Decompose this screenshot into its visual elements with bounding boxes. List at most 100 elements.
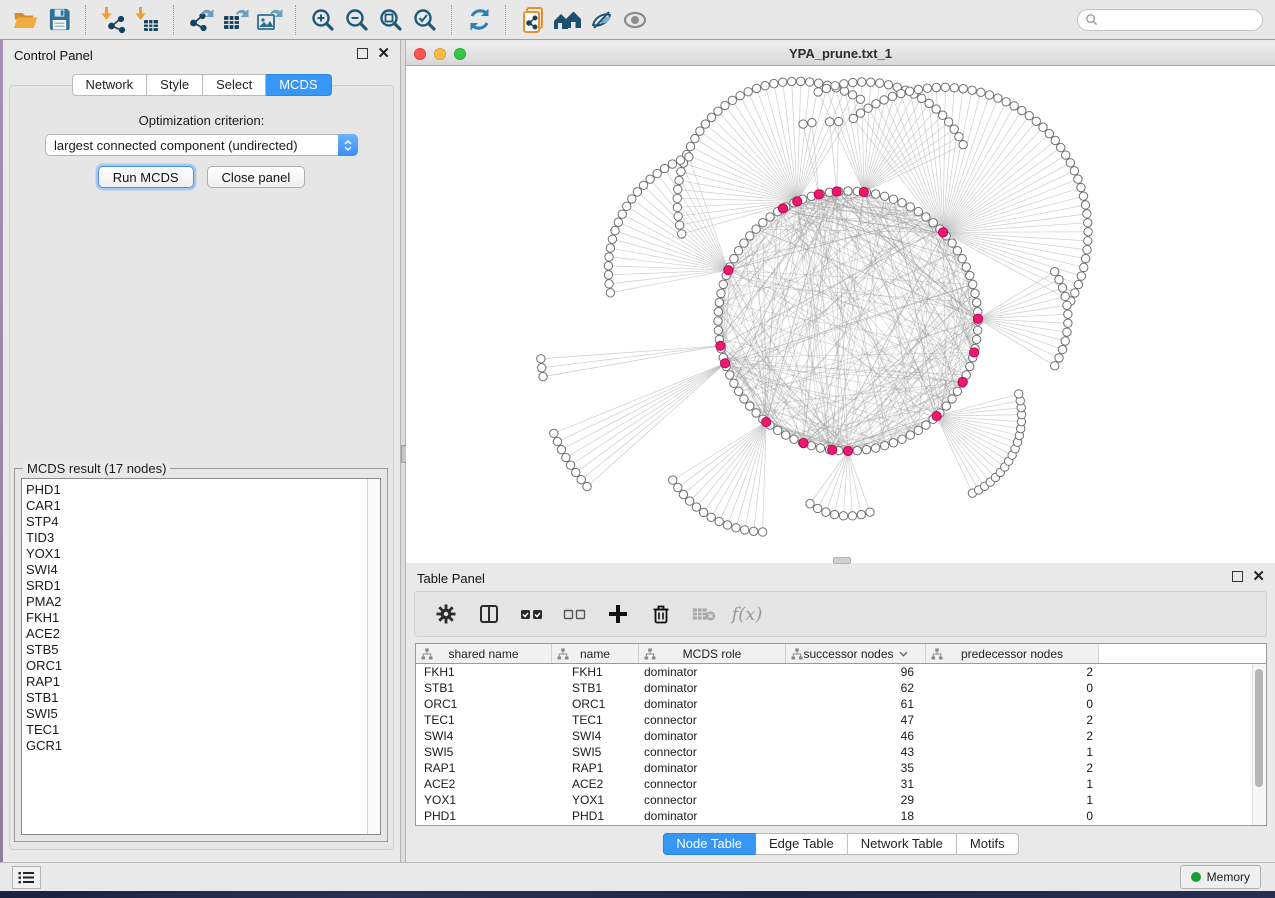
table-tab-node-table[interactable]: Node Table: [662, 833, 756, 855]
float-panel-icon[interactable]: [357, 48, 368, 59]
mcds-result-item[interactable]: STB1: [26, 690, 380, 706]
share-network-file-button[interactable]: [516, 4, 550, 36]
table-row[interactable]: RAP1RAP1dominator352: [416, 760, 1266, 776]
search-field[interactable]: [1077, 9, 1263, 31]
leaf-node: [749, 527, 757, 535]
cell-predecessor-nodes: 2: [926, 729, 1099, 743]
mcds-result-item[interactable]: TEC1: [26, 722, 380, 738]
optimization-criterion-select[interactable]: largest connected component (undirected): [45, 134, 358, 156]
mcds-result-item[interactable]: FKH1: [26, 610, 380, 626]
tab-style[interactable]: Style: [147, 74, 203, 96]
mcds-result-item[interactable]: RAP1: [26, 674, 380, 690]
add-column-button[interactable]: [605, 601, 631, 627]
task-history-button[interactable]: [12, 866, 41, 889]
run-mcds-button[interactable]: Run MCDS: [98, 166, 194, 188]
table-tab-motifs[interactable]: Motifs: [957, 833, 1019, 855]
zoom-in-button[interactable]: [306, 4, 340, 36]
toolbar-separator: [173, 5, 175, 35]
leaf-node: [673, 203, 681, 211]
table-row[interactable]: SWI5SWI5connector431: [416, 744, 1266, 760]
save-session-button[interactable]: [42, 4, 76, 36]
mcds-result-item[interactable]: ACE2: [26, 626, 380, 642]
deselect-all-button[interactable]: [562, 601, 588, 627]
ring-node: [953, 387, 961, 395]
mcds-result-scrollbar[interactable]: [367, 479, 380, 834]
mcds-result-item[interactable]: SWI4: [26, 562, 380, 578]
show-graphics-details-button[interactable]: [618, 4, 652, 36]
mcds-result-item[interactable]: ORC1: [26, 658, 380, 674]
leaf-node: [1015, 390, 1023, 398]
column-header-predecessor-nodes[interactable]: predecessor nodes: [926, 644, 1099, 663]
mcds-result-item[interactable]: SWI5: [26, 706, 380, 722]
mcds-result-item[interactable]: GCR1: [26, 738, 380, 754]
memory-button[interactable]: Memory: [1180, 865, 1261, 889]
mcds-result-list[interactable]: PHD1CAR1STP4TID3YOX1SWI4SRD1PMA2FKH1ACE2…: [21, 478, 381, 835]
table-settings-button[interactable]: [433, 601, 459, 627]
mcds-result-item[interactable]: YOX1: [26, 546, 380, 562]
table-tab-edge-table[interactable]: Edge Table: [756, 833, 848, 855]
leaf-node: [1064, 319, 1072, 327]
table-row[interactable]: SWI4SWI4dominator462: [416, 728, 1266, 744]
tab-mcds[interactable]: MCDS: [266, 74, 331, 96]
open-file-button[interactable]: [8, 4, 42, 36]
table-row[interactable]: STB1STB1dominator620: [416, 680, 1266, 696]
mcds-node: [720, 359, 729, 368]
export-image-button[interactable]: [252, 4, 286, 36]
leaf-node: [938, 111, 946, 119]
network-title: YPA_prune.txt_1: [406, 46, 1275, 61]
mcds-result-item[interactable]: CAR1: [26, 498, 380, 514]
table-row[interactable]: ORC1ORC1dominator610: [416, 696, 1266, 712]
column-header-shared-name[interactable]: shared name: [416, 644, 552, 663]
mcds-result-item[interactable]: STB5: [26, 642, 380, 658]
float-table-panel-icon[interactable]: [1232, 571, 1243, 582]
column-header-mcds-role[interactable]: MCDS role: [639, 644, 786, 663]
save-floppy-icon: [47, 7, 72, 32]
table-row[interactable]: TEC1TEC1connector472: [416, 712, 1266, 728]
network-titlebar[interactable]: YPA_prune.txt_1: [406, 42, 1275, 66]
delete-table-button[interactable]: [691, 601, 717, 627]
tab-network[interactable]: Network: [71, 74, 147, 96]
close-panel-button[interactable]: Close panel: [207, 166, 306, 188]
table-tab-network-table[interactable]: Network Table: [848, 833, 957, 855]
table-row[interactable]: ACE2ACE2connector311: [416, 776, 1266, 792]
cell-name: ORC1: [552, 697, 639, 711]
import-table-button[interactable]: [130, 4, 164, 36]
zoom-fit-button[interactable]: [374, 4, 408, 36]
leaf-node: [646, 175, 654, 183]
table-row[interactable]: PHD1PHD1dominator180: [416, 808, 1266, 824]
mcds-result-item[interactable]: SRD1: [26, 578, 380, 594]
network-manager-home-button[interactable]: [550, 4, 584, 36]
table-row[interactable]: FKH1FKH1dominator962: [416, 664, 1266, 680]
mcds-result-item[interactable]: TID3: [26, 530, 380, 546]
network-canvas[interactable]: [406, 66, 1275, 563]
table-scrollbar-thumb[interactable]: [1255, 669, 1263, 787]
leaf-node: [897, 89, 905, 97]
mcds-result-item[interactable]: PMA2: [26, 594, 380, 610]
import-network-button[interactable]: [96, 4, 130, 36]
export-network-button[interactable]: [184, 4, 218, 36]
refresh-view-button[interactable]: [462, 4, 496, 36]
table-row[interactable]: YOX1YOX1connector291: [416, 792, 1266, 808]
close-panel-icon[interactable]: ✕: [377, 49, 390, 59]
column-header-successor-nodes[interactable]: successor nodes: [786, 644, 926, 663]
split-view-button[interactable]: [476, 601, 502, 627]
tab-select[interactable]: Select: [203, 74, 266, 96]
leaf-node: [741, 526, 749, 534]
hide-graphics-details-button[interactable]: [584, 4, 618, 36]
export-table-button[interactable]: [218, 4, 252, 36]
table-scrollbar[interactable]: [1252, 664, 1266, 825]
zoom-out-button[interactable]: [340, 4, 374, 36]
mcds-result-item[interactable]: PHD1: [26, 482, 380, 498]
select-all-button[interactable]: [519, 601, 545, 627]
delete-column-button[interactable]: [648, 601, 674, 627]
close-table-panel-icon[interactable]: ✕: [1252, 572, 1265, 582]
zoom-selected-button[interactable]: [408, 4, 442, 36]
leaf-node: [968, 86, 976, 94]
memory-status-icon: [1191, 872, 1201, 882]
search-input[interactable]: [1098, 12, 1252, 28]
column-header-name[interactable]: name: [552, 644, 639, 663]
horizontal-splitter-handle[interactable]: [833, 557, 851, 564]
function-builder-button[interactable]: f(x): [734, 601, 760, 627]
leaf-node: [758, 528, 766, 536]
mcds-result-item[interactable]: STP4: [26, 514, 380, 530]
